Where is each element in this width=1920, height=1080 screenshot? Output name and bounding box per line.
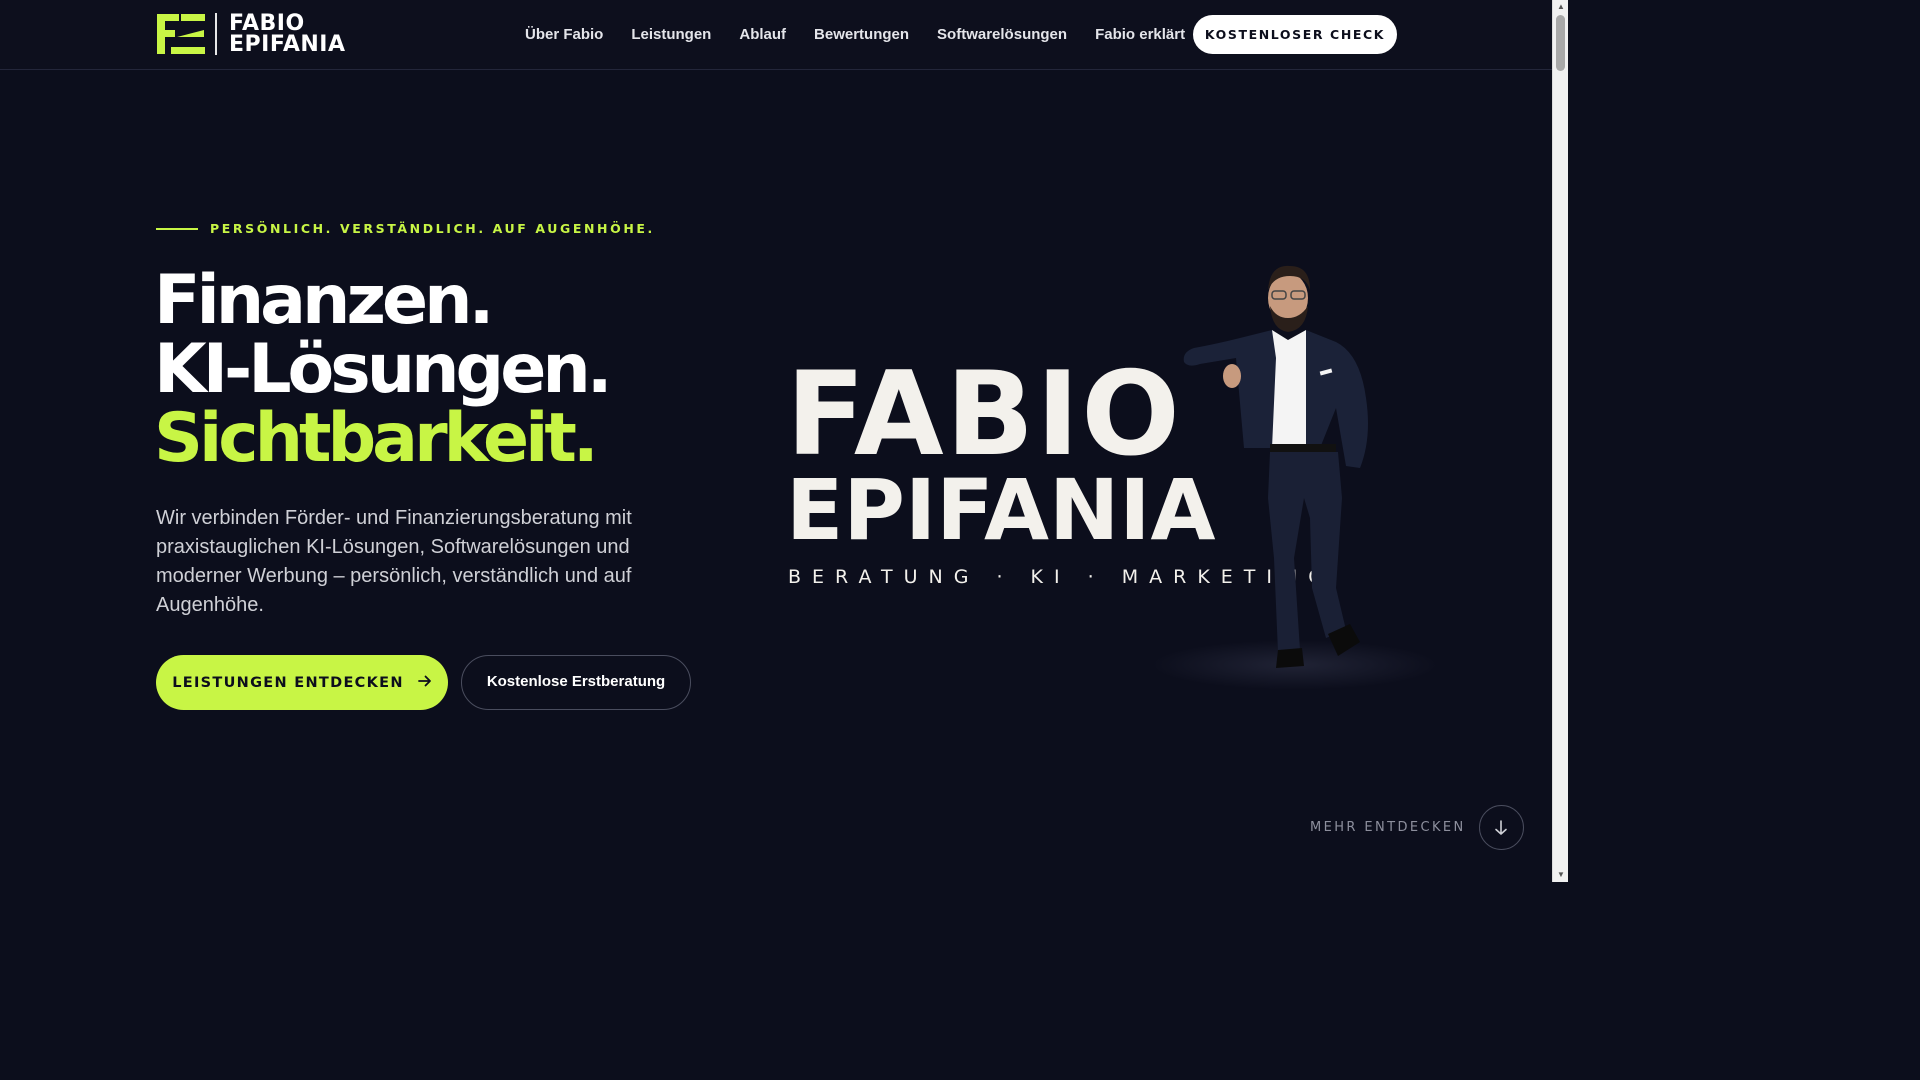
portrait-image [1160, 258, 1400, 688]
arrow-right-icon [417, 675, 432, 691]
page-scrollbar[interactable]: ▲ ▼ [1552, 0, 1568, 882]
nav-bewertungen[interactable]: Bewertungen [814, 24, 909, 46]
nav-softwareloesungen[interactable]: Softwarelösungen [937, 24, 1067, 46]
arrow-down-icon[interactable] [1478, 805, 1524, 850]
eyebrow-line [156, 227, 198, 230]
leistungen-entdecken-button[interactable]: LEISTUNGEN ENTDECKEN [156, 655, 448, 710]
logo-divider [215, 13, 217, 55]
primary-button-label: LEISTUNGEN ENTDECKEN [172, 674, 404, 691]
kostenloser-check-button[interactable]: KOSTENLOSER CHECK [1193, 15, 1397, 54]
scroll-thumb[interactable] [1556, 15, 1565, 71]
more-label: MEHR ENTDECKEN [1310, 820, 1466, 835]
brand-line2: EPIFANIA [786, 461, 1216, 559]
nav-leistungen[interactable]: Leistungen [631, 24, 711, 46]
scroll-up-arrow-icon[interactable]: ▲ [1556, 2, 1566, 12]
mehr-entdecken[interactable]: MEHR ENTDECKEN [1310, 805, 1524, 850]
brand-line1: FABIO [786, 347, 1182, 482]
nav-ablauf[interactable]: Ablauf [739, 24, 786, 46]
headline-line-3: Sichtbarkeit. [154, 399, 599, 478]
nav-fabio-erklaert[interactable]: Fabio erklärt [1095, 24, 1185, 46]
hero-headline: Finanzen. KI-Lösungen. Sichtbarkeit. [154, 261, 613, 478]
logo-text: FABIO EPIFANIA [229, 11, 346, 57]
headline-line-1: Finanzen. [154, 261, 494, 340]
hero-subtext: Wir verbinden Förder- und Finanzierungsb… [156, 507, 632, 616]
logo-line1: FABIO [229, 11, 305, 36]
logo-line2: EPIFANIA [229, 32, 346, 57]
brand-wordmark: FABIO EPIFANIA [786, 347, 1216, 559]
headline-line-2: KI-Lösungen. [154, 330, 613, 409]
site-logo[interactable]: FABIO EPIFANIA [157, 11, 346, 57]
site-header: FABIO EPIFANIA Über Fabio Leistungen Abl… [0, 0, 1552, 70]
fe-logo-icon [157, 14, 205, 54]
kostenlose-erstberatung-button[interactable]: Kostenlose Erstberatung [461, 655, 691, 710]
nav-ueber-fabio[interactable]: Über Fabio [525, 24, 603, 46]
main-nav: Über Fabio Leistungen Ablauf Bewertungen… [525, 24, 1185, 46]
eyebrow-text: PERSÖNLICH. VERSTÄNDLICH. AUF AUGENHÖHE. [210, 221, 655, 236]
scroll-down-arrow-icon[interactable]: ▼ [1556, 870, 1566, 880]
hero-eyebrow: PERSÖNLICH. VERSTÄNDLICH. AUF AUGENHÖHE. [156, 221, 655, 236]
